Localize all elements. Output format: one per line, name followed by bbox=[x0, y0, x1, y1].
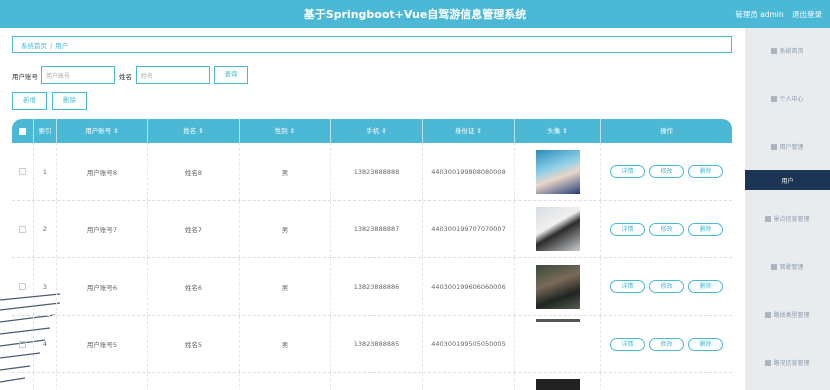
breadcrumb-current: 用户 bbox=[55, 42, 69, 50]
cell-index: 3 bbox=[34, 258, 57, 315]
sidebar: 系统首页 个人中心 用户管理 用户 景点信息管理 驾驶管理 路线类型管理 路况信… bbox=[745, 28, 830, 390]
cell-idcard: 440300199505050005 bbox=[423, 316, 515, 372]
col-index: 索引 bbox=[34, 119, 57, 143]
sidebar-item-users[interactable]: 用户 bbox=[745, 170, 830, 190]
cell-index: 2 bbox=[34, 201, 57, 257]
chat-icon bbox=[765, 312, 772, 318]
name-input[interactable]: 姓名 bbox=[136, 66, 210, 84]
row-checkbox[interactable] bbox=[19, 283, 26, 290]
table-header: 索引 用户账号 ⇕ 姓名 ⇕ 性别 ⇕ 手机 ⇕ 身份证 ⇕ 头像 ⇕ 操作 bbox=[12, 119, 732, 143]
cell-phone: 13823888888 bbox=[331, 143, 423, 200]
table-row: 4 用户账号5 姓名5 男 13823888885 44030019950505… bbox=[12, 316, 732, 373]
user-label: 管理员 admin bbox=[735, 10, 784, 19]
grid-icon bbox=[771, 264, 778, 270]
home-icon bbox=[771, 48, 778, 54]
sidebar-item-road-info[interactable]: 路况信息管理 bbox=[745, 340, 830, 388]
cell-name: 姓名6 bbox=[148, 258, 240, 315]
name-label: 姓名 bbox=[119, 73, 132, 81]
cell-account: 用户账号5 bbox=[57, 316, 148, 372]
account-input[interactable]: 用户账号 bbox=[41, 66, 115, 84]
user-table: 索引 用户账号 ⇕ 姓名 ⇕ 性别 ⇕ 手机 ⇕ 身份证 ⇕ 头像 ⇕ 操作 1… bbox=[12, 119, 732, 390]
sidebar-item-driving[interactable]: 驾驶管理 bbox=[745, 244, 830, 292]
table-row: 1 用户账号8 姓名8 男 13823888888 44030019980808… bbox=[12, 143, 732, 201]
detail-button[interactable]: 详情 bbox=[610, 337, 645, 351]
cell-account: 用户账号8 bbox=[57, 143, 148, 200]
cell-idcard: 440300199606060006 bbox=[423, 258, 515, 315]
table-row: 2 用户账号7 姓名7 男 13823888887 44030019970707… bbox=[12, 201, 732, 258]
cell-name: 姓名5 bbox=[148, 316, 240, 372]
top-header: 基于Springboot+Vue自驾游信息管理系统 管理员 admin 退出登录 bbox=[0, 0, 830, 28]
cell-idcard: 440300199707070007 bbox=[423, 201, 515, 257]
avatar bbox=[535, 319, 580, 322]
col-name[interactable]: 姓名 ⇕ bbox=[148, 119, 240, 143]
delete-button[interactable]: 删除 bbox=[688, 280, 723, 293]
avatar bbox=[535, 264, 580, 309]
col-gender[interactable]: 性别 ⇕ bbox=[240, 119, 331, 143]
cell-account: 用户账号7 bbox=[57, 201, 148, 257]
add-button[interactable]: 新增 bbox=[12, 92, 47, 110]
cell-gender: 男 bbox=[240, 258, 331, 315]
edit-button[interactable]: 修改 bbox=[649, 337, 684, 351]
table-row: 3 用户账号6 姓名6 男 13823888886 44030019960606… bbox=[12, 258, 732, 316]
edit-button[interactable]: 修改 bbox=[649, 165, 684, 178]
person-icon bbox=[771, 96, 778, 102]
col-phone[interactable]: 手机 ⇕ bbox=[331, 119, 423, 143]
cell-account: 用户账号6 bbox=[57, 258, 148, 315]
row-checkbox[interactable] bbox=[19, 225, 26, 233]
sidebar-item-home[interactable]: 系统首页 bbox=[745, 28, 830, 76]
account-label: 用户账号 bbox=[12, 73, 38, 81]
delete-button[interactable]: 删除 bbox=[688, 222, 723, 236]
breadcrumb: 系统首页 | 用户 bbox=[12, 36, 732, 53]
select-all-checkbox[interactable] bbox=[12, 119, 34, 143]
cell-gender: 男 bbox=[240, 316, 331, 372]
avatar bbox=[535, 149, 580, 194]
logout-link[interactable]: 退出登录 bbox=[792, 10, 822, 19]
cell-name: 姓名7 bbox=[148, 201, 240, 257]
avatar bbox=[535, 379, 580, 390]
row-checkbox[interactable] bbox=[19, 168, 26, 175]
cell-name: 姓名8 bbox=[148, 143, 240, 200]
cell-gender: 男 bbox=[240, 143, 331, 200]
cell-phone: 13823888885 bbox=[331, 316, 423, 372]
grid-icon bbox=[765, 360, 772, 366]
batch-delete-button[interactable]: 删除 bbox=[52, 92, 87, 110]
user-area: 管理员 admin 退出登录 bbox=[729, 9, 822, 20]
col-avatar[interactable]: 头像 ⇕ bbox=[515, 119, 601, 143]
cell-index: 1 bbox=[34, 143, 57, 200]
cell-index: 4 bbox=[34, 316, 57, 372]
col-actions: 操作 bbox=[660, 127, 673, 135]
users-icon bbox=[771, 144, 778, 150]
scenic-icon bbox=[765, 216, 772, 222]
col-account[interactable]: 用户账号 ⇕ bbox=[57, 119, 148, 143]
edit-button[interactable]: 修改 bbox=[649, 280, 684, 293]
cell-phone: 13823888886 bbox=[331, 258, 423, 315]
cell-idcard: 440300199808080008 bbox=[423, 143, 515, 200]
query-button[interactable]: 查询 bbox=[214, 66, 248, 84]
cell-gender: 男 bbox=[240, 201, 331, 257]
detail-button[interactable]: 详情 bbox=[610, 222, 645, 236]
app-title: 基于Springboot+Vue自驾游信息管理系统 bbox=[303, 8, 527, 21]
col-idcard[interactable]: 身份证 ⇕ bbox=[423, 119, 515, 143]
cell-phone: 13823888887 bbox=[331, 201, 423, 257]
edit-button[interactable]: 修改 bbox=[649, 222, 684, 236]
delete-button[interactable]: 删除 bbox=[688, 165, 723, 178]
sidebar-item-scenic[interactable]: 景点信息管理 bbox=[745, 196, 830, 244]
sidebar-item-profile[interactable]: 个人中心 bbox=[745, 76, 830, 124]
row-checkbox[interactable] bbox=[19, 340, 26, 348]
delete-button[interactable]: 删除 bbox=[688, 337, 723, 351]
breadcrumb-home[interactable]: 系统首页 bbox=[21, 42, 47, 50]
detail-button[interactable]: 详情 bbox=[610, 165, 645, 178]
avatar bbox=[535, 207, 580, 251]
sidebar-item-route-type[interactable]: 路线类型管理 bbox=[745, 292, 830, 340]
sidebar-item-user-management[interactable]: 用户管理 bbox=[745, 124, 830, 172]
detail-button[interactable]: 详情 bbox=[610, 280, 645, 293]
table-row bbox=[12, 373, 732, 390]
